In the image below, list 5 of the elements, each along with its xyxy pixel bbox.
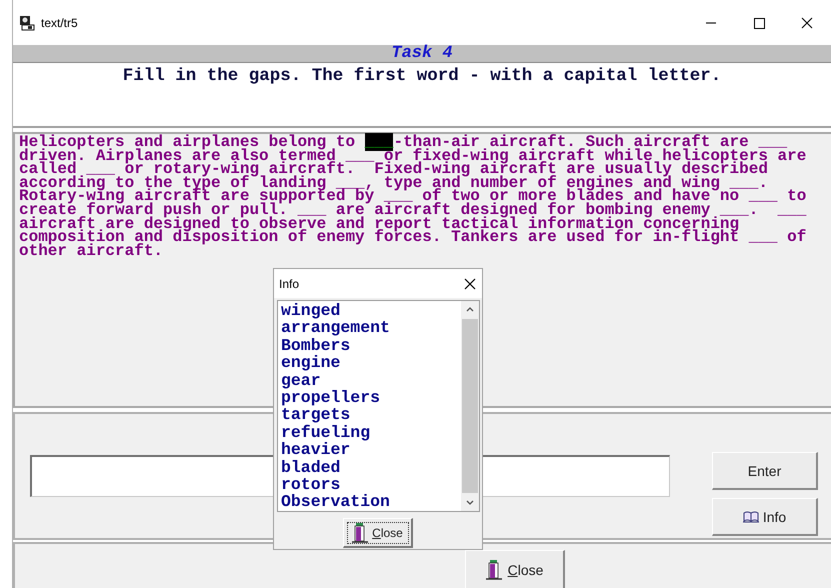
window-title: text/tr5 <box>41 16 78 30</box>
passage-text: Helicopters and airplanes belong to ___-than-air aircraft. Such aircraft are ___ driven. Airplanes are also termed ___ or fixed-wing aircraft while helicopters are called ___ or rotary-wing aircraft. Fixed-wing aircraft are usually described according to the type of landing ___, type and number of engines and wing ___. Rotary-wing aircraft are supported by ___ of two or more blades and have no ___ to create forward push or pull. ___ are aircraft designed for bombing enemy ___. ___ aircraft are designed to observe and report tactical information concerning composition and disposition of enemy forces. Tankers are used for in-flight ___ of other aircraft. <box>19 136 806 258</box>
instruction-text: Fill in the gaps. The first word - with a capital letter. <box>122 66 722 86</box>
dialog-title: Info <box>279 276 300 290</box>
task-title: Task 4 <box>391 45 453 62</box>
